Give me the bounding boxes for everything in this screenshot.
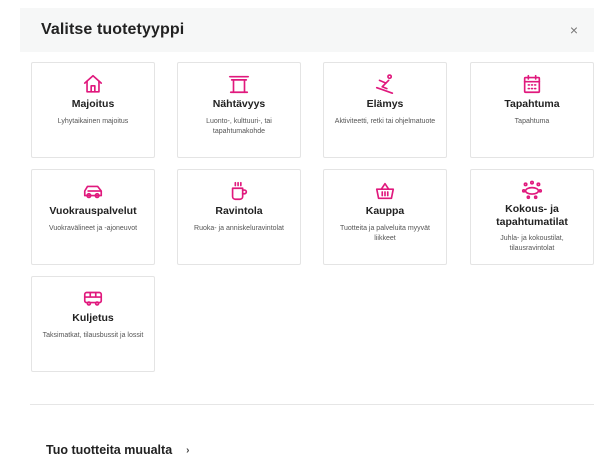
product-type-vuokrauspalvelut[interactable]: Vuokrauspalvelut Vuokravälineet ja -ajon… (31, 169, 155, 265)
card-description: Tapahtuma (514, 118, 550, 125)
card-description: Ruoka- ja anniskeluravintolat (194, 225, 284, 232)
card-description: Tuotteita ja palveluita myyvät liikkeet (339, 225, 430, 242)
card-title: Kokous- ja tapahtumatilat (496, 203, 568, 228)
card-title: Majoitus (71, 98, 115, 110)
product-type-elamys[interactable]: Elämys Aktiviteetti, retki tai ohjelmatu… (323, 62, 447, 158)
modal-header: Valitse tuotetyyppi × (20, 8, 594, 52)
cup-icon (228, 180, 250, 202)
product-type-kauppa[interactable]: Kauppa Tuotteita ja palveluita myyvät li… (323, 169, 447, 265)
gate-icon (228, 73, 250, 95)
product-type-ravintola[interactable]: Ravintola Ruoka- ja anniskeluravintolat (177, 169, 301, 265)
product-type-kuljetus[interactable]: Kuljetus Taksimatkat, tilausbussit ja lo… (31, 276, 155, 372)
basket-icon (374, 180, 396, 202)
card-description: Taksimatkat, tilausbussit ja lossit (42, 332, 144, 339)
import-link-label: Tuo tuotteita muualta (46, 443, 173, 456)
card-description: Vuokravälineet ja -ajoneuvot (48, 225, 138, 232)
product-type-nahtavyys[interactable]: Nähtävyys Luonto-, kulttuuri-, tai tapah… (177, 62, 301, 158)
product-type-majoitus[interactable]: Majoitus Lyhytaikainen majoitus (31, 62, 155, 158)
calendar-icon (521, 73, 543, 95)
card-description: Aktiviteetti, retki tai ohjelmatuote (334, 118, 436, 125)
conference-icon (521, 178, 543, 200)
product-type-kokous[interactable]: Kokous- ja tapahtumatilat Juhla- ja koko… (470, 169, 594, 265)
modal-title: Valitse tuotetyyppi (41, 21, 185, 38)
divider (30, 404, 594, 405)
bus-icon (82, 287, 104, 309)
import-products-link[interactable]: Tuo tuotteita muualta › (46, 443, 190, 456)
card-title: Nähtävyys (212, 98, 266, 110)
card-title: Tapahtuma (504, 98, 560, 110)
skier-icon (374, 73, 396, 95)
card-title: Kuljetus (72, 312, 114, 324)
house-icon (82, 73, 104, 95)
close-button[interactable]: × (570, 23, 578, 37)
chevron-right-icon: › (186, 444, 190, 456)
card-title: Kauppa (365, 205, 405, 217)
product-type-tapahtuma[interactable]: Tapahtuma Tapahtuma (470, 62, 594, 158)
card-description: Juhla- ja kokoustilat, tilausravintolat (500, 235, 564, 252)
card-description: Luonto-, kulttuuri-, tai tapahtumakohde (206, 118, 272, 135)
card-description: Lyhytaikainen majoitus (57, 118, 129, 125)
card-title: Elämys (366, 98, 404, 110)
car-icon (82, 180, 104, 202)
card-title: Vuokrauspalvelut (49, 205, 137, 217)
card-title: Ravintola (215, 205, 263, 217)
